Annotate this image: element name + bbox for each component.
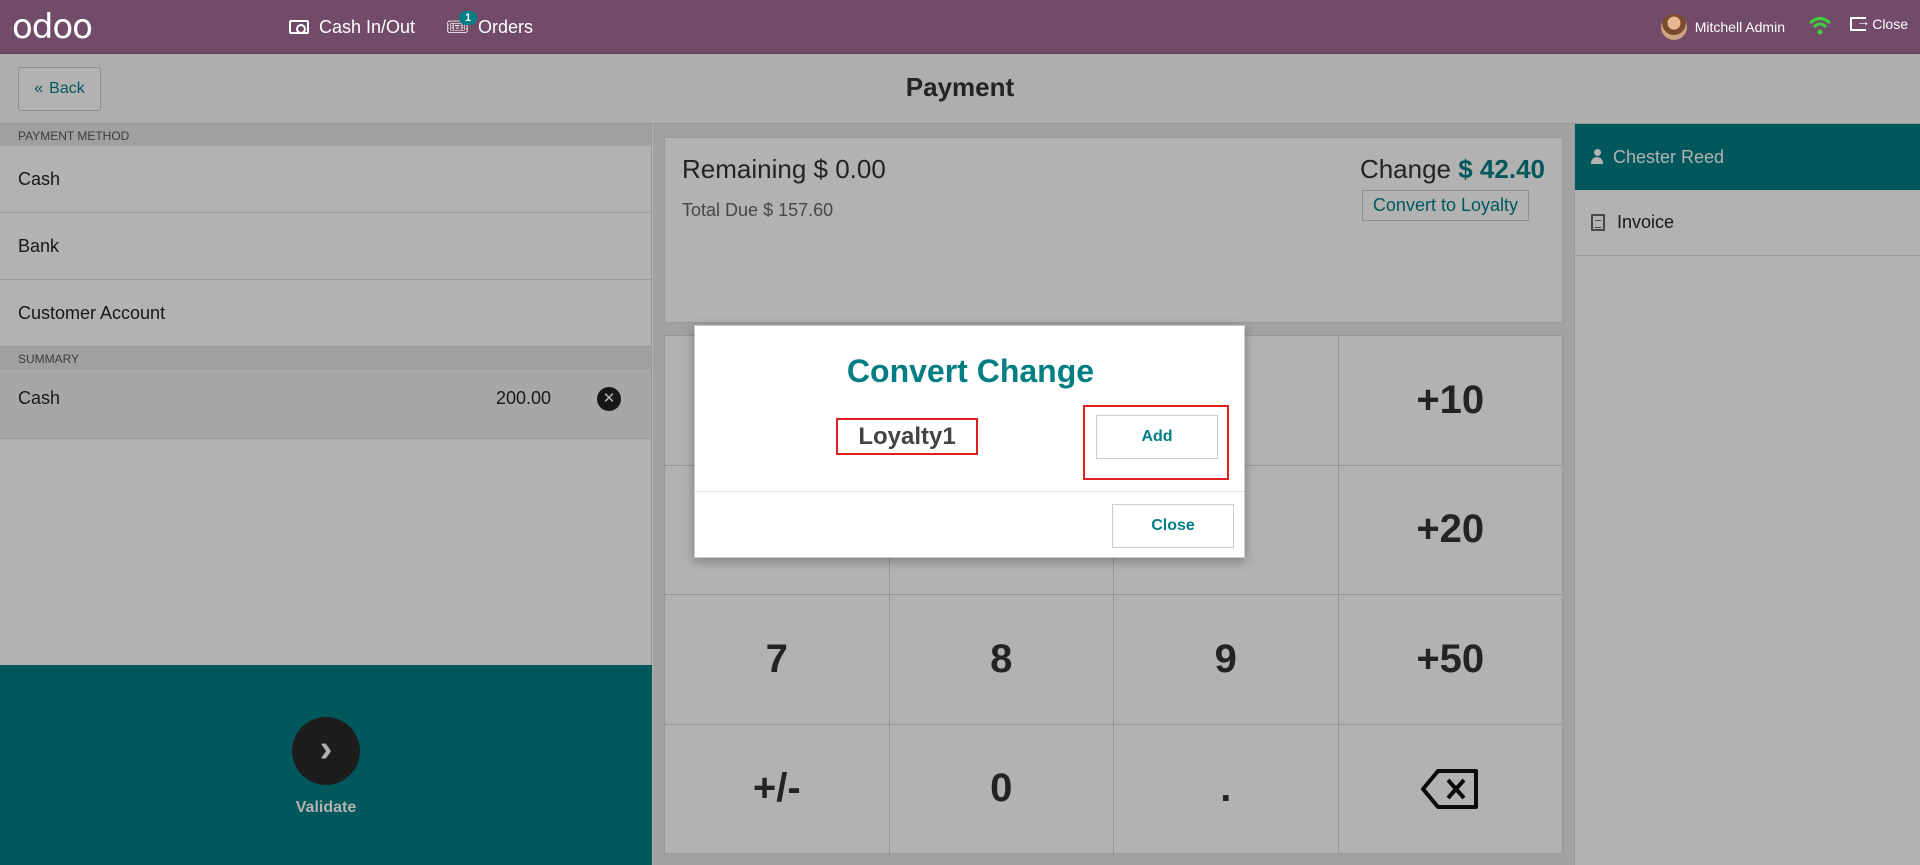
close-session-button[interactable]: Close — [1850, 13, 1908, 32]
loyalty-program-option[interactable]: Loyalty1 — [836, 418, 978, 455]
odoo-logo: odoo — [12, 7, 93, 47]
orders-count-badge: 1 — [459, 11, 478, 25]
dialog-close-button[interactable]: Close — [1112, 504, 1234, 548]
convert-change-dialog: Convert Change Loyalty1 Add Close — [694, 325, 1245, 558]
dialog-footer: Close — [695, 491, 1244, 557]
avatar — [1660, 14, 1687, 40]
sign-out-icon — [1850, 13, 1870, 31]
cash-in-out-label: Cash In/Out — [319, 16, 416, 37]
user-menu[interactable]: Mitchell Admin — [1660, 14, 1785, 40]
close-session-label: Close — [1872, 16, 1908, 32]
user-name: Mitchell Admin — [1694, 19, 1785, 35]
cash-icon — [289, 20, 309, 34]
add-button[interactable]: Add — [1096, 415, 1218, 459]
dialog-title: Convert Change — [846, 353, 1095, 389]
wifi-icon — [1808, 17, 1832, 35]
cash-in-out-button[interactable]: Cash In/Out — [289, 12, 415, 42]
top-navbar: odoo Cash In/Out 🎟 Orders 1 Mitchell Adm… — [0, 0, 1920, 54]
orders-label: Orders — [478, 16, 534, 37]
